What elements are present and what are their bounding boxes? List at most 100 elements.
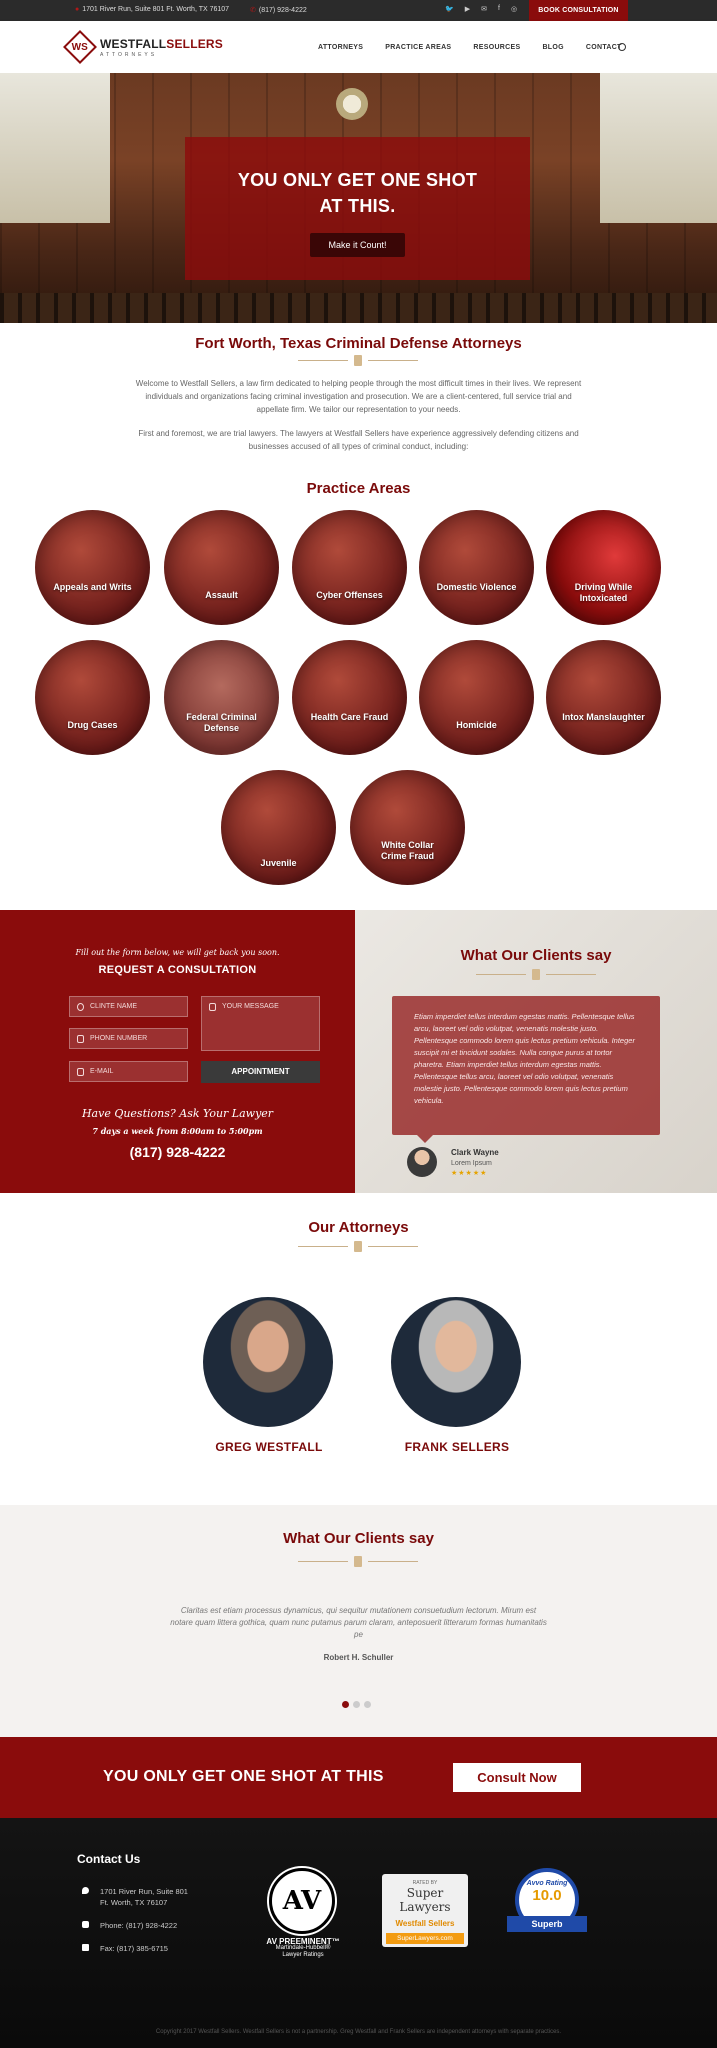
divider-ornament (298, 1240, 418, 1254)
copyright: Copyright 2017 Westfall Sellers. Westfal… (155, 2029, 562, 2035)
practice-dwi[interactable]: Driving While Intoxicated (546, 510, 661, 625)
testimonial-title: What Our Clients say (460, 947, 612, 964)
map-pin-icon (82, 1887, 89, 1894)
appointment-button[interactable]: APPOINTMENT (201, 1061, 320, 1083)
gavel-ornament-icon (354, 355, 362, 366)
avvo-rating-badge[interactable]: Avvo Rating 10.0 Superb (507, 1868, 587, 1948)
attorney-name-frank[interactable]: FRANK SELLERS (367, 1440, 547, 1454)
main-nav: ATTORNEYS PRACTICE AREAS RESOURCES BLOG … (318, 43, 644, 51)
testimonial-pointer (417, 1135, 433, 1143)
envelope-icon (77, 1068, 84, 1076)
court-seal-icon (336, 88, 368, 120)
hero-panel: YOU ONLY GET ONE SHOT AT THIS. Make it Co… (185, 137, 530, 280)
message-field[interactable]: YOUR MESSAGE (201, 996, 320, 1051)
social-links: 🐦 ▶ ✉ f ◎ (445, 5, 517, 13)
practice-assault[interactable]: Assault (164, 510, 279, 625)
phone-icon (82, 1921, 89, 1928)
attorney-photo-frank[interactable] (391, 1297, 521, 1427)
attorney-name-greg[interactable]: GREG WESTFALL (179, 1440, 359, 1454)
practice-federal[interactable]: Federal Criminal Defense (164, 640, 279, 755)
consult-lead: Fill out the form below, we will get bac… (75, 948, 280, 957)
client-name-field[interactable]: CLINTE NAME (69, 996, 188, 1017)
fax-icon (82, 1944, 89, 1951)
star-rating-icon: ★★★★★ (451, 1170, 488, 1177)
practice-areas-title: Practice Areas (306, 480, 411, 497)
testimonial-carousel: What Our Clients say Claritas est etiam … (0, 1505, 717, 1737)
cta-text: YOU ONLY GET ONE SHOT AT THIS (103, 1768, 384, 1785)
practice-cyber[interactable]: Cyber Offenses (292, 510, 407, 625)
map-pin-icon: ● (75, 6, 80, 13)
practice-health[interactable]: Health Care Fraud (292, 640, 407, 755)
practice-white-collar[interactable]: White Collar Crime Fraud (350, 770, 465, 885)
questions-heading: Have Questions? Ask Your Lawyer (81, 1107, 274, 1120)
gavel-ornament-icon (354, 1556, 362, 1567)
intro-paragraph-1: Welcome to Westfall Sellers, a law firm … (135, 379, 582, 414)
site-logo[interactable]: WS WESTFALLSELLERS ATTORNEYS (63, 30, 224, 64)
cta-banner: YOU ONLY GET ONE SHOT AT THIS Consult No… (0, 1737, 717, 1818)
attorney-photo-greg[interactable] (203, 1297, 333, 1427)
hero-headline: YOU ONLY GET ONE SHOT AT THIS. (237, 170, 478, 216)
user-icon (77, 1003, 84, 1011)
practice-juvenile[interactable]: Juvenile (221, 770, 336, 885)
footer-address: 1701 River Run, Suite 801 Ft. Worth, TX 7… (82, 1886, 188, 1908)
office-hours: 7 days a week from 8:00am to 5:00pm (92, 1126, 263, 1136)
avatar (407, 1147, 437, 1177)
divider-ornament (298, 1555, 418, 1569)
testimonial-role: Lorem Ipsum (451, 1160, 492, 1167)
testimonial-section: What Our Clients say Etiam imperdiet tel… (355, 910, 717, 1193)
practice-intox[interactable]: Intox Manslaughter (546, 640, 661, 755)
courtroom-window-left (0, 73, 110, 223)
book-consultation-button[interactable]: BOOK CONSULTATION (529, 0, 628, 21)
top-phone[interactable]: ✆ (817) 928-4222 (250, 6, 307, 14)
divider-ornament (476, 968, 596, 982)
twitter-icon[interactable]: 🐦 (445, 5, 454, 13)
testimonial-author: Clark Wayne (451, 1148, 499, 1157)
av-badge-caption: AV PREEMINENT™ Martindale-Hubbell® Lawyer … (266, 1937, 340, 1959)
practice-appeals[interactable]: Appeals and Writs (35, 510, 150, 625)
logo-name: WESTFALLSELLERS (100, 36, 224, 51)
gavel-ornament-icon (532, 969, 540, 980)
email-field[interactable]: E-MAIL (69, 1061, 188, 1082)
nav-practice-areas[interactable]: PRACTICE AREAS (385, 44, 451, 51)
super-lawyers-badge[interactable]: RATED BY Super Lawyers Westfall Sellers … (382, 1874, 468, 1947)
carousel-dots (342, 1701, 371, 1708)
nav-attorneys[interactable]: ATTORNEYS (318, 44, 363, 51)
intro-title: Fort Worth, Texas Criminal Defense Attor… (195, 335, 522, 352)
footer-title: Contact Us (77, 1852, 141, 1866)
carousel-dot[interactable] (353, 1701, 360, 1708)
consult-title: REQUEST A CONSULTATION (98, 964, 257, 976)
attorneys-title: Our Attorneys (308, 1219, 409, 1236)
phone-number-field[interactable]: PHONE NUMBER (69, 1028, 188, 1049)
practice-homicide[interactable]: Homicide (419, 640, 534, 755)
facebook-icon[interactable]: f (498, 5, 500, 13)
make-it-count-button[interactable]: Make it Count! (310, 233, 405, 257)
practice-domestic[interactable]: Domestic Violence (419, 510, 534, 625)
nav-contact[interactable]: CONTACT (586, 44, 622, 51)
nav-blog[interactable]: BLOG (542, 44, 563, 51)
pencil-icon (209, 1003, 216, 1011)
footer-phone[interactable]: Phone: (817) 928-4222 (82, 1920, 177, 1931)
consult-phone[interactable]: (817) 928-4222 (0, 1144, 355, 1160)
carousel-title: What Our Clients say (283, 1530, 434, 1547)
top-bar: ● 1701 River Run, Suite 801 Ft. Worth, TX… (0, 0, 717, 21)
practice-drug[interactable]: Drug Cases (35, 640, 150, 755)
carousel-dot[interactable] (342, 1701, 349, 1708)
rss-icon[interactable]: ◎ (511, 5, 517, 13)
carousel-dot[interactable] (364, 1701, 371, 1708)
youtube-icon[interactable]: ▶ (465, 5, 470, 13)
testimonial-text: Etiam imperdiet tellus interdum egestas … (392, 996, 660, 1135)
top-address: ● 1701 River Run, Suite 801 Ft. Worth, TX… (75, 6, 230, 13)
nav-resources[interactable]: RESOURCES (473, 44, 520, 51)
hero-banner: YOU ONLY GET ONE SHOT AT THIS. Make it Co… (0, 73, 717, 323)
phone-icon (77, 1035, 84, 1043)
gavel-ornament-icon (354, 1241, 362, 1252)
carousel-author: Robert H. Schuller (323, 1653, 394, 1662)
email-icon[interactable]: ✉ (481, 5, 487, 13)
search-icon[interactable] (618, 43, 626, 51)
consult-now-button[interactable]: Consult Now (453, 1763, 581, 1792)
courtroom-rail (0, 293, 717, 323)
site-header: WS WESTFALLSELLERS ATTORNEYS ATTORNEYS P… (0, 21, 717, 73)
av-preeminent-badge[interactable]: AV (269, 1868, 335, 1934)
divider-ornament (298, 354, 418, 368)
courtroom-window-right (600, 73, 717, 223)
